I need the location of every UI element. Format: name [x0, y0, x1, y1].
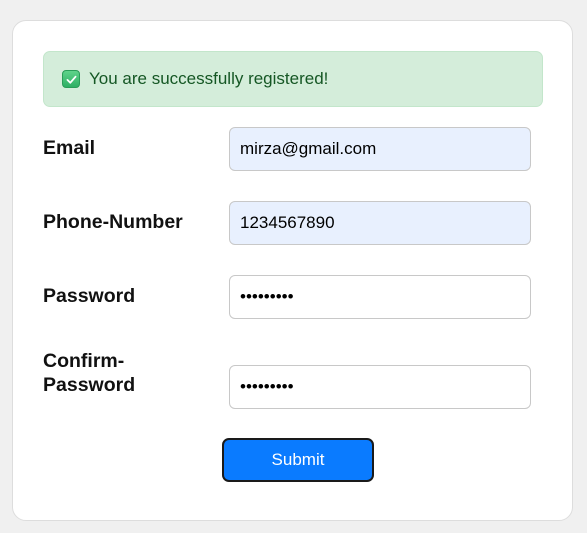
confirm-password-label-line2: Password [43, 374, 136, 396]
check-box-icon [62, 70, 80, 88]
submit-button[interactable]: Submit [222, 438, 374, 482]
registration-card: You are successfully registered! Email P… [12, 20, 573, 521]
phone-number-label: Phone-Number [43, 211, 183, 233]
email-field[interactable] [229, 127, 531, 171]
password-field[interactable] [229, 275, 531, 319]
phone-number-field[interactable] [229, 201, 531, 245]
confirm-password-field[interactable] [229, 365, 531, 409]
success-alert: You are successfully registered! [43, 51, 543, 107]
password-label: Password [43, 285, 136, 307]
email-label: Email [43, 137, 96, 159]
confirm-password-label: Confirm- Password [43, 349, 135, 397]
confirm-password-label-line1: Confirm- [43, 350, 125, 372]
alert-message: You are successfully registered! [89, 69, 329, 88]
